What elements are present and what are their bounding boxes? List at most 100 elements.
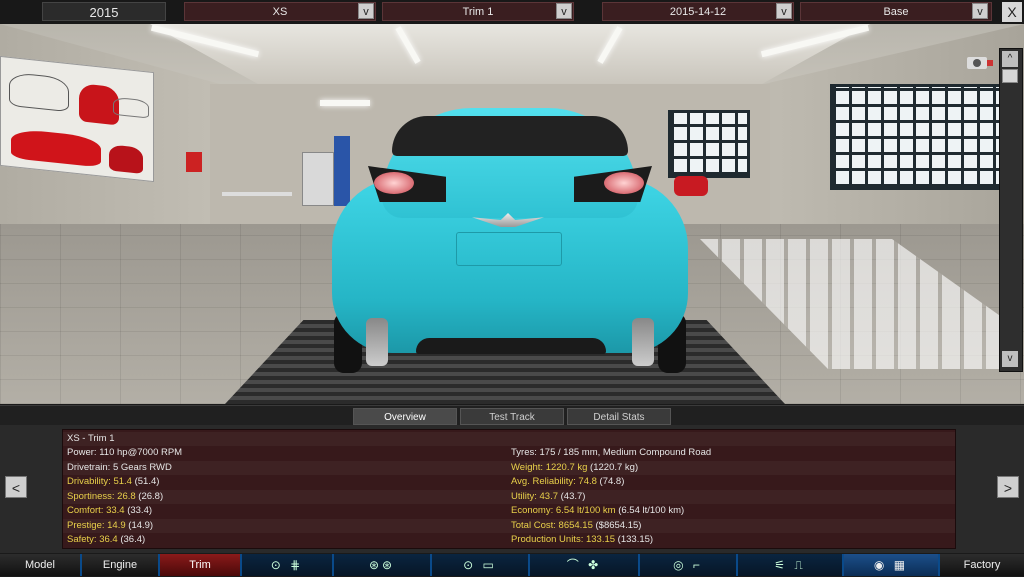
workbench: [222, 192, 292, 196]
top-bar: 2015 XS v Trim 1 v 2015-14-12 v Base v X: [0, 0, 1024, 25]
stat-row: Sportiness: 26.8 (26.8) Utility: 43.7 (43…: [63, 489, 955, 504]
checkered-flag-icon: ◉ ▦: [873, 558, 909, 572]
license-plate-area: [456, 232, 562, 266]
nav-suspension[interactable]: ⊙ ▭: [432, 554, 530, 576]
model-select[interactable]: XS: [184, 2, 376, 21]
stat-base-value: (133.15): [615, 534, 654, 545]
design-sketch-poster: [0, 55, 154, 183]
trim-dropdown-button[interactable]: v: [556, 3, 572, 19]
stat-base-value: (51.4): [131, 476, 160, 487]
stat-value: 175 / 185 mm, Medium Compound Road: [539, 447, 712, 458]
stat-right-cell: Utility: 43.7 (43.7): [511, 490, 585, 504]
window: [830, 84, 1002, 190]
nav-wheels[interactable]: ⊛⊛: [334, 554, 432, 576]
nav-factory[interactable]: Factory: [940, 554, 1024, 576]
right-fog-light: [632, 318, 654, 366]
stat-label: Comfort:: [67, 505, 107, 516]
tab-detail-stats[interactable]: Detail Stats: [567, 408, 671, 425]
stat-label: Tyres:: [511, 447, 540, 458]
stat-left-cell: Drivetrain: 5 Gears RWD: [67, 461, 172, 475]
stat-value: 133.15: [585, 534, 616, 545]
nav-interior[interactable]: ◎ ⌐: [640, 554, 738, 576]
stat-base-value: (26.8): [135, 490, 164, 502]
stat-base-value: (36.4): [117, 534, 146, 545]
nav-chassis-gearbox[interactable]: ⊙ ⋕: [242, 554, 334, 576]
tab-test-track[interactable]: Test Track: [460, 408, 564, 425]
next-button[interactable]: >: [997, 476, 1019, 498]
sketch-outline: [9, 71, 69, 113]
stat-label: Drivetrain:: [67, 461, 113, 473]
garage-3d-view[interactable]: ✕: [0, 24, 1024, 404]
stat-base-value: (74.8): [596, 476, 625, 487]
stat-base-value: ($8654.15): [592, 519, 642, 531]
stat-value: 14.9: [107, 519, 126, 531]
camera-icon[interactable]: [966, 54, 994, 70]
stat-row: Comfort: 33.4 (33.4) Economy: 6.54 lt/100…: [63, 504, 955, 518]
sketch-outline: [113, 96, 149, 119]
nav-model[interactable]: Model: [0, 554, 82, 576]
stat-value: 33.4: [106, 505, 125, 516]
stat-left-cell: Drivability: 51.4 (51.4): [67, 475, 159, 489]
nav-engine[interactable]: Engine: [82, 554, 160, 576]
stat-left-cell: Prestige: 14.9 (14.9): [67, 519, 153, 533]
close-button[interactable]: X: [1002, 2, 1022, 22]
stat-label: Power:: [67, 447, 100, 458]
stat-right-cell: Production Units: 133.15 (133.15): [511, 533, 653, 547]
suspension-icon: ⊙ ▭: [463, 558, 497, 572]
zoom-down-button[interactable]: v: [1002, 351, 1018, 367]
model-dropdown-button[interactable]: v: [358, 3, 374, 19]
zoom-slider[interactable]: ^ v: [999, 48, 1023, 372]
nav-trim[interactable]: Trim: [160, 554, 242, 576]
lower-grille: [416, 338, 606, 354]
stat-row: Safety: 36.4 (36.4) Production Units: 133…: [63, 533, 955, 547]
stat-label: Avg. Reliability:: [511, 476, 579, 487]
stat-left-cell: Comfort: 33.4 (33.4): [67, 504, 152, 518]
tab-overview[interactable]: Overview: [353, 408, 457, 425]
zoom-slider-thumb[interactable]: [1002, 69, 1018, 83]
cabinet: [302, 152, 334, 206]
stat-base-value: (6.54 lt/100 km): [615, 505, 685, 516]
wheels-icon: ⊛⊛: [368, 558, 396, 572]
nav-body-aero[interactable]: ⌒ ✤: [530, 554, 640, 576]
year-display: 2015: [42, 2, 166, 21]
trim-select[interactable]: Trim 1: [382, 2, 574, 21]
date-dropdown-button[interactable]: v: [776, 3, 792, 19]
stat-label: Weight:: [511, 461, 546, 473]
car-model[interactable]: [332, 108, 688, 373]
stat-base-value: (33.4): [124, 505, 153, 516]
stat-label: Total Cost:: [511, 519, 559, 531]
stat-left-cell: Power: 110 hp@7000 RPM: [67, 446, 182, 460]
stat-value: 110 hp@7000 RPM: [99, 447, 183, 458]
stat-label: Utility:: [511, 490, 540, 502]
info-panel: < > XS - Trim 1 Power: 110 hp@7000 RPM Ty…: [0, 425, 1024, 553]
stat-value: 43.7: [539, 490, 559, 502]
stat-right-cell: Economy: 6.54 lt/100 km (6.54 lt/100 km): [511, 504, 684, 518]
stat-label: Sportiness:: [67, 490, 118, 502]
summary-row: XS - Trim 1: [63, 432, 955, 446]
stat-base-value: (14.9): [125, 519, 154, 531]
zoom-up-button[interactable]: ^: [1002, 51, 1018, 67]
stat-left-cell: Safety: 36.4 (36.4): [67, 533, 145, 547]
bottom-nav: Model Engine Trim ⊙ ⋕ ⊛⊛ ⊙ ▭ ⌒ ✤ ◎ ⌐ ⚟ ⎍…: [0, 554, 1024, 576]
stat-value: 6.54 lt/100 km: [555, 505, 616, 516]
nav-fixtures[interactable]: ⚟ ⎍: [738, 554, 844, 576]
stat-label: Prestige:: [67, 519, 108, 531]
steering-seat-icon: ◎ ⌐: [673, 558, 703, 572]
stat-label: Drivability:: [67, 476, 114, 487]
date-select[interactable]: 2015-14-12: [602, 2, 794, 21]
stat-value: 1220.7 kg: [545, 461, 588, 473]
sketch-red-car: [11, 128, 101, 168]
car-fan-icon: ⌒ ✤: [566, 558, 602, 572]
spring-icon: ⚟ ⎍: [774, 558, 806, 572]
stat-row: Prestige: 14.9 (14.9) Total Cost: 8654.15…: [63, 518, 955, 533]
stat-right-cell: Total Cost: 8654.15 ($8654.15): [511, 519, 641, 533]
info-tabs: Overview Test Track Detail Stats: [0, 405, 1024, 426]
stat-value: 51.4: [113, 476, 132, 487]
headlight-lens: [604, 172, 644, 194]
variant-select[interactable]: Base: [800, 2, 992, 21]
prev-button[interactable]: <: [5, 476, 27, 498]
stat-value: 74.8: [578, 476, 597, 487]
ceiling-light: [320, 100, 370, 106]
nav-testing[interactable]: ◉ ▦: [844, 554, 940, 576]
variant-dropdown-button[interactable]: v: [972, 3, 988, 19]
